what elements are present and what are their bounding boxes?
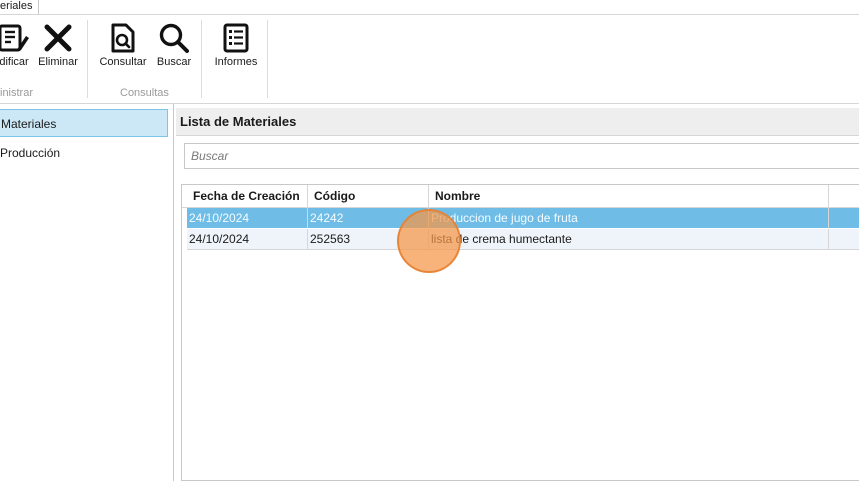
ribbon-top-divider <box>0 14 859 15</box>
materials-table: Fecha de Creación Código Nombre 24/10/20… <box>181 184 859 481</box>
group-label-administrar: inistrar <box>0 87 34 99</box>
search-input[interactable] <box>184 143 859 169</box>
ribbon-group-separator <box>267 20 268 98</box>
ribbon-group-separator <box>201 20 202 98</box>
cell-nombre: lista de crema humectante <box>429 229 829 249</box>
group-label-consultas: Consultas <box>120 87 169 99</box>
column-header-nombre[interactable]: Nombre <box>429 185 829 207</box>
column-header-codigo[interactable]: Código <box>308 185 429 207</box>
edit-document-icon <box>0 24 29 52</box>
table-row[interactable]: 24/10/2024 24242 Produccion de jugo de f… <box>187 208 859 228</box>
report-list-icon <box>223 23 249 53</box>
cell-fecha: 24/10/2024 <box>187 208 308 228</box>
consultar-button[interactable]: Consultar <box>96 20 150 76</box>
ribbon-group-separator <box>87 20 88 98</box>
informes-label: Informes <box>214 56 258 68</box>
pane-splitter[interactable] <box>173 104 174 481</box>
eliminar-label: Eliminar <box>38 56 78 68</box>
cell-fecha: 24/10/2024 <box>187 229 308 249</box>
sidebar-item-produccion[interactable]: Producción <box>0 139 168 167</box>
page-title: Lista de Materiales <box>180 114 297 129</box>
table-row[interactable]: 24/10/2024 252563 lista de crema humecta… <box>187 229 859 250</box>
sidebar-item-materiales[interactable]: Materiales <box>0 109 168 137</box>
cell-nombre: Produccion de jugo de fruta <box>429 208 829 228</box>
table-header: Fecha de Creación Código Nombre <box>182 185 859 208</box>
close-x-icon <box>44 24 72 52</box>
document-search-icon <box>111 23 135 53</box>
ribbon-tab-materiales[interactable]: teriales <box>0 0 40 15</box>
modificar-button[interactable]: dificar <box>0 20 34 76</box>
buscar-button[interactable]: Buscar <box>153 20 195 76</box>
cell-codigo: 252563 <box>308 229 429 249</box>
eliminar-button[interactable]: Eliminar <box>35 20 81 76</box>
magnifier-icon <box>159 23 189 53</box>
cell-codigo: 24242 <box>308 208 429 228</box>
informes-button[interactable]: Informes <box>208 20 264 76</box>
column-header-fecha[interactable]: Fecha de Creación <box>187 185 308 207</box>
buscar-label: Buscar <box>156 56 192 68</box>
consultar-label: Consultar <box>99 56 147 68</box>
modificar-label: dificar <box>0 56 29 68</box>
